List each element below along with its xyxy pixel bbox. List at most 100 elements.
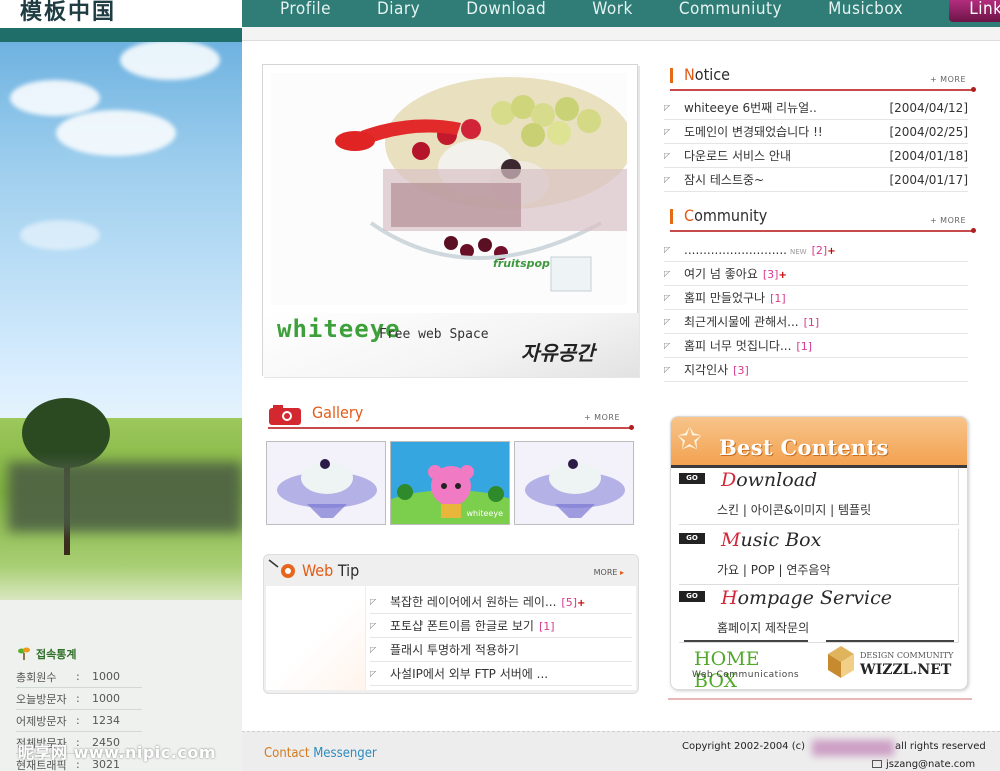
bullet-icon: ◸ bbox=[664, 341, 671, 350]
wizzl-mark-icon bbox=[828, 646, 854, 678]
watermark-text: 昵享网 www.nipic.com bbox=[18, 743, 216, 762]
star-icon: ✩ bbox=[677, 422, 703, 457]
best-header-line bbox=[671, 465, 967, 468]
homebox-logo[interactable]: HOME BOX Web Communications bbox=[684, 640, 808, 692]
community-item-text: 여기 넘 좋아요 bbox=[684, 267, 758, 281]
notice-item-title[interactable]: 잠시 테스트중~ bbox=[684, 171, 889, 188]
wizzl-logo[interactable]: DESIGN COMMUNITY WIZZL.NET bbox=[826, 640, 954, 682]
best-contents-title: Best Contents bbox=[719, 435, 889, 460]
nav-item-link[interactable]: Link bbox=[949, 0, 1000, 22]
notice-item-title[interactable]: whiteeye 6번째 리뉴얼.. bbox=[684, 99, 889, 116]
webtip-more-link[interactable]: MORE ▸ bbox=[594, 568, 624, 577]
webtip-title-first: Web bbox=[302, 561, 334, 580]
thumb-caption: whiteeye bbox=[466, 509, 503, 518]
best-item-desc: 홈페이지 제작문의 bbox=[717, 621, 810, 635]
notice-more-link[interactable]: + MORE bbox=[930, 75, 966, 84]
nav-item-work[interactable]: Work bbox=[592, 0, 633, 22]
stats-label: 총회원수 bbox=[16, 670, 57, 684]
notice-item-date: [2004/01/17] bbox=[889, 172, 968, 187]
community-item[interactable]: ◸........................... NEW [2]+ bbox=[664, 238, 968, 262]
gallery-title: Gallery bbox=[312, 403, 363, 422]
go-button[interactable]: GO bbox=[679, 533, 705, 544]
bullet-icon: ◸ bbox=[664, 317, 671, 326]
community-item[interactable]: ◸ 홈피 너무 멋집니다... [1] bbox=[664, 334, 968, 358]
comment-count: [2] bbox=[811, 243, 828, 257]
best-item-title: Music Box bbox=[721, 529, 821, 551]
webtip-item-title[interactable]: 사설IP에서 외부 FTP 서버에 ... bbox=[390, 665, 632, 682]
community-list: ◸........................... NEW [2]+ ◸ 여기 넘… bbox=[664, 238, 968, 382]
hero-image: fruitspop bbox=[271, 73, 627, 305]
webtip-item[interactable]: ◸ 복잡한 레이어에서 원하는 레이... [5]+ bbox=[370, 590, 632, 614]
go-button[interactable]: GO bbox=[679, 591, 705, 602]
stats-separator: : bbox=[76, 692, 80, 705]
gallery-thumbnails: whiteeye bbox=[266, 441, 636, 527]
email-link[interactable]: jszang@nate.com bbox=[872, 759, 975, 770]
notice-item[interactable]: ◸ 잠시 테스트중~ [2004/01/17] bbox=[664, 168, 968, 192]
best-item-usic-box[interactable]: GO Music Box 가요 | POP | 연주음악 bbox=[679, 529, 959, 585]
messenger-label: Messenger bbox=[313, 746, 377, 761]
plus-icon: + bbox=[778, 270, 787, 281]
bullet-icon: ◸ bbox=[370, 645, 377, 654]
nav-item-download[interactable]: Download bbox=[466, 0, 546, 22]
nav-item-musicbox[interactable]: Musicbox bbox=[828, 0, 903, 22]
site-logo[interactable]: 模板中国 bbox=[20, 0, 116, 26]
webtip-item-title[interactable]: 포토샵 폰트이름 한글로 보기 [1] bbox=[390, 617, 632, 634]
community-item-title[interactable]: 지각인사 [3] bbox=[684, 361, 968, 378]
best-item-ompage-service[interactable]: GO Hompage Service 홈페이지 제작문의 bbox=[679, 587, 959, 643]
best-item-desc: 스킨 | 아이콘&이미지 | 템플릿 bbox=[717, 503, 872, 517]
bullet-icon: ◸ bbox=[664, 175, 671, 184]
community-item-text: 최근게시물에 관해서... bbox=[684, 315, 799, 329]
notice-item-title[interactable]: 도메인이 변경돼었습니다 !! bbox=[684, 123, 889, 140]
envelope-icon bbox=[872, 760, 882, 768]
community-item-title[interactable]: 홈피 만들었구나 [1] bbox=[684, 289, 968, 306]
notice-item[interactable]: ◸ 도메인이 변경돼었습니다 !! [2004/02/25] bbox=[664, 120, 968, 144]
community-item[interactable]: ◸ 지각인사 [3] bbox=[664, 358, 968, 382]
nav-item-communiuty[interactable]: Communiuty bbox=[679, 0, 782, 22]
community-item[interactable]: ◸ 여기 넘 좋아요 [3]+ bbox=[664, 262, 968, 286]
contact-messenger-link[interactable]: Contact Messenger bbox=[264, 746, 377, 761]
gallery-thumb-2[interactable]: whiteeye bbox=[390, 441, 510, 525]
notice-item-title[interactable]: 다운로드 서비스 안내 bbox=[684, 147, 889, 164]
gallery-title-first: G bbox=[312, 403, 324, 422]
community-item-title[interactable]: 홈피 너무 멋집니다... [1] bbox=[684, 337, 968, 354]
webtip-item-title[interactable]: 플래시 투명하게 적용하기 bbox=[390, 641, 632, 658]
community-item-title[interactable]: 최근게시물에 관해서... [1] bbox=[684, 313, 968, 330]
webtip-item-title[interactable]: 복잡한 레이어에서 원하는 레이... [5]+ bbox=[390, 593, 632, 610]
nav-item-diary[interactable]: Diary bbox=[377, 0, 420, 22]
webtip-item[interactable]: ◸ 포토샵 폰트이름 한글로 보기 [1] bbox=[370, 614, 632, 638]
notice-item-date: [2004/04/12] bbox=[889, 100, 968, 115]
copyright-end: all rights reserved bbox=[895, 741, 986, 752]
gallery-thumb-3[interactable] bbox=[514, 441, 634, 525]
section-line bbox=[670, 228, 976, 233]
dessert-thumb bbox=[515, 442, 633, 524]
go-button[interactable]: GO bbox=[679, 473, 705, 484]
best-item-title: Download bbox=[721, 469, 817, 491]
dessert-illustration bbox=[335, 77, 627, 292]
bullet-icon: ◸ bbox=[370, 669, 377, 678]
community-more-link[interactable]: + MORE bbox=[930, 216, 966, 225]
best-item-ownload[interactable]: GO Download 스킨 | 아이콘&이미지 | 템플릿 bbox=[679, 469, 959, 525]
notice-item[interactable]: ◸ 다운로드 서비스 안내 [2004/01/18] bbox=[664, 144, 968, 168]
cloud-shape bbox=[10, 80, 100, 116]
gallery-thumb-1[interactable] bbox=[266, 441, 386, 525]
community-item-title[interactable]: ........................... NEW [2]+ bbox=[684, 243, 968, 257]
webtip-item[interactable]: ◸ 사설IP에서 외부 FTP 서버에 ... bbox=[370, 662, 632, 686]
community-item-title[interactable]: 여기 넘 좋아요 [3]+ bbox=[684, 265, 968, 282]
notice-list: ◸ whiteeye 6번째 리뉴얼.. [2004/04/12] ◸ 도메인이 변경돼… bbox=[664, 96, 968, 192]
stats-row: 총회원수:1000 bbox=[16, 666, 142, 688]
plus-icon: + bbox=[827, 245, 836, 257]
best-item-desc: 가요 | POP | 연주음악 bbox=[717, 563, 831, 577]
tree-image bbox=[22, 398, 110, 468]
notice-header: Notice + MORE bbox=[670, 65, 976, 92]
contact-label: Contact bbox=[264, 746, 310, 761]
webtip-item[interactable]: ◸ 플래시 투명하게 적용하기 bbox=[370, 638, 632, 662]
comment-count: [1] bbox=[770, 292, 786, 305]
notice-item[interactable]: ◸ whiteeye 6번째 리뉴얼.. [2004/04/12] bbox=[664, 96, 968, 120]
community-item[interactable]: ◸ 최근게시물에 관해서... [1] bbox=[664, 310, 968, 334]
community-item-text: 홈피 만들었구나 bbox=[684, 291, 766, 305]
webtip-more-label: MORE bbox=[593, 568, 618, 577]
community-item[interactable]: ◸ 홈피 만들었구나 [1] bbox=[664, 286, 968, 310]
nav-item-profile[interactable]: Profile bbox=[280, 0, 331, 22]
nav-items: Profile Diary Download Work Communiuty Musicb… bbox=[280, 0, 1000, 27]
gallery-more-link[interactable]: + MORE bbox=[584, 413, 620, 422]
